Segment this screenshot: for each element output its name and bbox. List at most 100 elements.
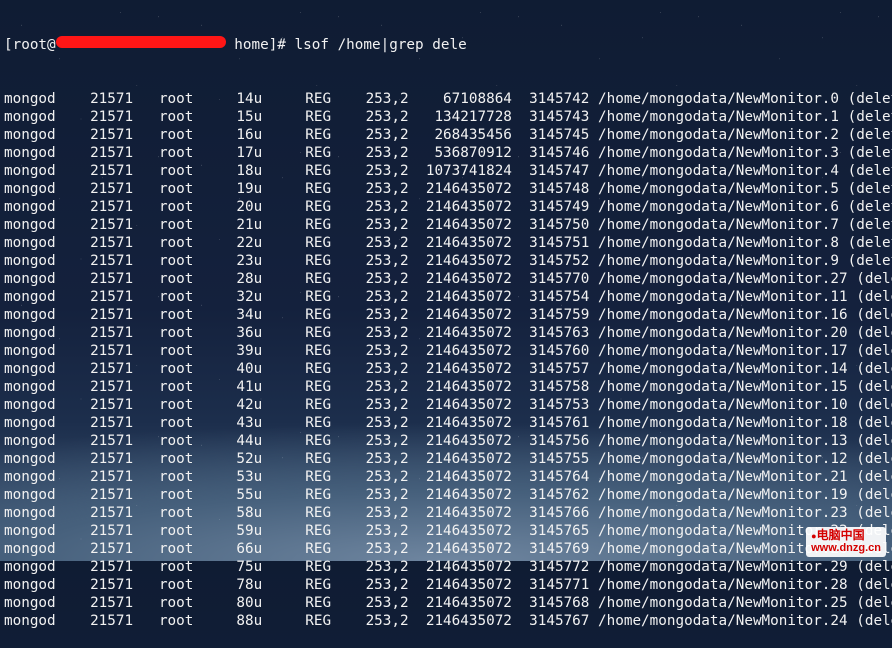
process-name: mongod [4,235,82,251]
type: REG [270,199,332,215]
process-name: mongod [4,325,82,341]
fd: 17u [202,145,263,161]
user: root [158,559,194,575]
pid: 21571 [90,433,151,449]
device: 253,2 [339,523,409,539]
fd: 43u [202,415,263,431]
process-name: mongod [4,487,82,503]
type: REG [270,127,332,143]
fd: 19u [202,181,263,197]
device: 253,2 [339,451,409,467]
file-name: /home/mongodata/NewMonitor.13 (deleted) [598,433,892,449]
pid: 21571 [90,199,151,215]
user: root [158,307,194,323]
fd: 41u [202,379,263,395]
file-name: /home/mongodata/NewMonitor.17 (deleted) [598,343,892,359]
node: 3145756 [520,433,590,449]
file-name: /home/mongodata/NewMonitor.5 (deleted) [598,181,892,197]
fd: 22u [202,235,263,251]
node: 3145750 [520,217,590,233]
fd: 58u [202,505,263,521]
fd: 75u [202,559,263,575]
user: root [158,181,194,197]
pid: 21571 [90,163,151,179]
fd: 52u [202,451,263,467]
pid: 21571 [90,415,151,431]
terminal-output[interactable]: [root@ home]# lsof /home|grep dele mongo… [4,0,892,629]
file-name: /home/mongodata/NewMonitor.27 (deleted) [598,271,892,287]
device: 253,2 [339,91,409,107]
process-name: mongod [4,199,82,215]
node: 3145758 [520,379,590,395]
output-line: mongod 21571 root 34u REG 253,2 21464350… [4,306,892,324]
node: 3145752 [520,253,590,269]
node: 3145760 [520,343,590,359]
node: 3145762 [520,487,590,503]
type: REG [270,487,332,503]
device: 253,2 [339,343,409,359]
device: 253,2 [339,253,409,269]
device: 253,2 [339,199,409,215]
pid: 21571 [90,127,151,143]
file-name: /home/mongodata/NewMonitor.19 (deleted) [598,487,892,503]
file-name: /home/mongodata/NewMonitor.4 (deleted) [598,163,892,179]
output-line: mongod 21571 root 40u REG 253,2 21464350… [4,360,892,378]
command-prompt-line: [root@ home]# lsof /home|grep dele [4,36,892,54]
fd: 32u [202,289,263,305]
type: REG [270,109,332,125]
pid: 21571 [90,307,151,323]
type: REG [270,397,332,413]
node: 3145745 [520,127,590,143]
node: 3145768 [520,595,590,611]
device: 253,2 [339,325,409,341]
user: root [158,163,194,179]
output-line: mongod 21571 root 39u REG 253,2 21464350… [4,342,892,360]
process-name: mongod [4,271,82,287]
node: 3145748 [520,181,590,197]
file-name: /home/mongodata/NewMonitor.23 (deleted) [598,505,892,521]
redacted-hostname [55,36,226,48]
device: 253,2 [339,415,409,431]
output-line: mongod 21571 root 42u REG 253,2 21464350… [4,396,892,414]
user: root [158,433,194,449]
pid: 21571 [90,325,151,341]
output-line: mongod 21571 root 78u REG 253,2 21464350… [4,576,892,594]
pid: 21571 [90,379,151,395]
process-name: mongod [4,163,82,179]
device: 253,2 [339,127,409,143]
user: root [158,271,194,287]
type: REG [270,595,332,611]
device: 253,2 [339,145,409,161]
file-name: /home/mongodata/NewMonitor.10 (deleted) [598,397,892,413]
device: 253,2 [339,361,409,377]
file-name: /home/mongodata/NewMonitor.0 (deleted) [598,91,892,107]
size: 1073741824 [417,163,512,179]
type: REG [270,181,332,197]
node: 3145749 [520,199,590,215]
process-name: mongod [4,415,82,431]
user: root [158,469,194,485]
output-line: mongod 21571 root 22u REG 253,2 21464350… [4,234,892,252]
size: 67108864 [417,91,512,107]
process-name: mongod [4,361,82,377]
user: root [158,325,194,341]
file-name: /home/mongodata/NewMonitor.11 (deleted) [598,289,892,305]
fd: 39u [202,343,263,359]
size: 2146435072 [417,523,512,539]
output-line: mongod 21571 root 80u REG 253,2 21464350… [4,594,892,612]
node: 3145770 [520,271,590,287]
size: 2146435072 [417,487,512,503]
file-name: /home/mongodata/NewMonitor.12 (deleted) [598,451,892,467]
device: 253,2 [339,181,409,197]
pid: 21571 [90,235,151,251]
node: 3145755 [520,451,590,467]
node: 3145765 [520,523,590,539]
pid: 21571 [90,469,151,485]
fd: 14u [202,91,263,107]
pid: 21571 [90,595,151,611]
size: 2146435072 [417,505,512,521]
process-name: mongod [4,613,82,629]
output-line: mongod 21571 root 58u REG 253,2 21464350… [4,504,892,522]
output-line: mongod 21571 root 14u REG 253,2 67108864… [4,90,892,108]
size: 2146435072 [417,613,512,629]
